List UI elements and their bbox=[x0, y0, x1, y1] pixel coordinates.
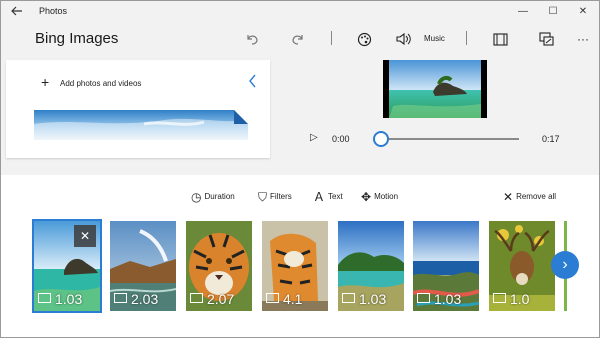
clip-duration-value: 1.03 bbox=[434, 291, 462, 307]
more-options-icon[interactable]: ··· bbox=[573, 28, 593, 50]
motion-icon: ✥ bbox=[361, 190, 372, 204]
add-photos-button[interactable]: Add photos and videos bbox=[60, 79, 141, 88]
motion-label: Motion bbox=[374, 192, 399, 201]
image-icon bbox=[417, 293, 430, 303]
image-icon bbox=[114, 293, 127, 303]
clip-duration: 4.1 bbox=[266, 291, 302, 307]
clock-icon: ◷ bbox=[191, 190, 202, 204]
storyboard-clip[interactable]: 1.03 bbox=[413, 221, 479, 311]
filters-label: Filters bbox=[270, 192, 292, 201]
clip-duration-value: 4.1 bbox=[283, 291, 303, 307]
minimize-button[interactable]: — bbox=[508, 1, 538, 23]
toolbar-divider bbox=[331, 31, 332, 45]
storyboard-panel: ◷ Duration ⛉ Filters Ａ Text ✥ Motion ✕ Remove… bbox=[1, 175, 599, 337]
clip-duration: 1.03 bbox=[342, 291, 386, 307]
current-time: 0:00 bbox=[332, 134, 350, 144]
clip-duration-value: 1.03 bbox=[359, 291, 387, 307]
undo-icon[interactable] bbox=[241, 28, 263, 50]
filters-button[interactable]: ⛉ Filters bbox=[258, 189, 292, 205]
image-icon bbox=[493, 293, 506, 303]
redo-icon[interactable] bbox=[287, 28, 309, 50]
remove-clip-button[interactable]: ✕ bbox=[74, 225, 96, 247]
video-preview[interactable] bbox=[383, 60, 487, 118]
clip-duration: 1.03 bbox=[417, 291, 461, 307]
clip-duration-value: 1.0 bbox=[510, 291, 530, 307]
clip-duration-value: 2.03 bbox=[131, 291, 159, 307]
image-icon bbox=[342, 293, 355, 303]
title-bar: Photos — ☐ ✕ bbox=[1, 1, 599, 23]
remove-all-label: Remove all bbox=[516, 192, 557, 201]
palette-icon[interactable] bbox=[353, 28, 375, 50]
export-icon[interactable] bbox=[535, 28, 557, 50]
storyboard-clip[interactable]: 4.1 bbox=[262, 221, 328, 311]
storyboard-clip[interactable]: ✕ 1.03 bbox=[32, 219, 102, 313]
close-icon: ✕ bbox=[503, 190, 514, 204]
project-title[interactable]: Bing Images bbox=[35, 30, 118, 47]
clip-duration: 1.0 bbox=[493, 291, 529, 307]
back-arrow-icon[interactable] bbox=[7, 3, 27, 21]
app-title: Photos bbox=[39, 6, 68, 16]
music-button[interactable]: Music bbox=[424, 34, 445, 43]
duration-label: Duration bbox=[204, 192, 235, 201]
seek-slider-thumb[interactable] bbox=[373, 131, 389, 147]
speaker-icon[interactable] bbox=[392, 28, 414, 50]
duration-button[interactable]: ◷ Duration bbox=[191, 189, 235, 205]
remove-all-button[interactable]: ✕ Remove all bbox=[503, 189, 556, 205]
clip-duration: 2.07 bbox=[190, 291, 234, 307]
image-icon bbox=[190, 293, 203, 303]
clip-duration: 1.03 bbox=[38, 291, 82, 307]
library-thumbnail[interactable] bbox=[34, 110, 248, 140]
storyboard-clip[interactable]: 2.07 bbox=[186, 221, 252, 311]
chevron-left-icon[interactable] bbox=[248, 74, 258, 91]
text-label: Text bbox=[328, 192, 343, 201]
photos-window: Photos — ☐ ✕ Bing Images Music ··· + Add… bbox=[0, 0, 600, 338]
storyboard-clip[interactable]: 1.0 bbox=[489, 221, 555, 311]
toolbar-divider bbox=[466, 31, 467, 45]
clip-duration-value: 1.03 bbox=[55, 291, 83, 307]
close-button[interactable]: ✕ bbox=[568, 1, 598, 23]
text-button[interactable]: Ａ Text bbox=[313, 189, 343, 205]
total-duration: 0:17 bbox=[542, 134, 560, 144]
clip-duration: 2.03 bbox=[114, 291, 158, 307]
aspect-ratio-icon[interactable] bbox=[489, 28, 511, 50]
seek-slider-track[interactable] bbox=[381, 138, 519, 140]
storyboard-clip[interactable]: 1.03 bbox=[338, 221, 404, 311]
chevron-right-icon[interactable]: › bbox=[551, 251, 579, 279]
image-icon bbox=[266, 293, 279, 303]
text-icon: Ａ bbox=[313, 190, 326, 204]
image-icon bbox=[38, 293, 51, 303]
play-button[interactable]: ▷ bbox=[310, 132, 318, 143]
storyboard-clip[interactable]: 2.03 bbox=[110, 221, 176, 311]
project-library-panel: + Add photos and videos bbox=[6, 60, 270, 158]
plus-icon[interactable]: + bbox=[41, 74, 49, 90]
clip-duration-value: 2.07 bbox=[207, 291, 235, 307]
motion-button[interactable]: ✥ Motion bbox=[361, 189, 398, 205]
filter-icon: ⛉ bbox=[258, 190, 268, 204]
maximize-button[interactable]: ☐ bbox=[538, 1, 568, 23]
